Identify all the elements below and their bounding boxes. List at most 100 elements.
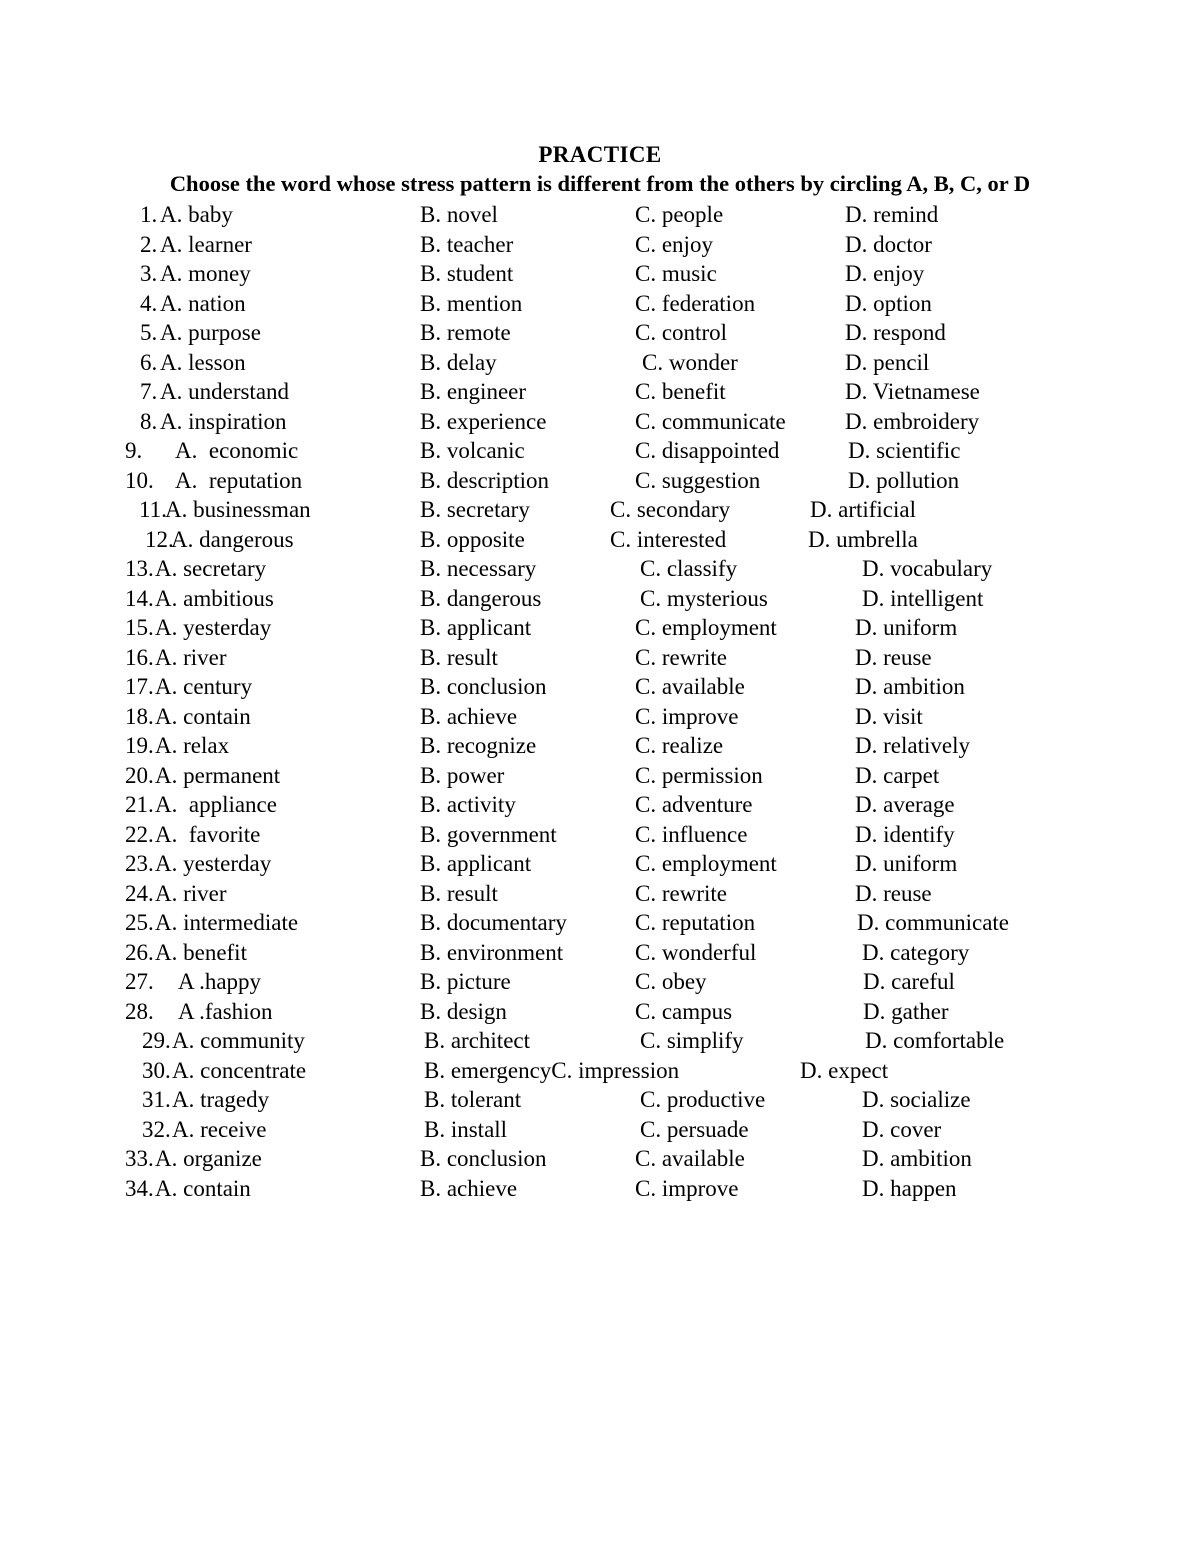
option-c[interactable]: C. simplify — [640, 1026, 744, 1056]
option-c[interactable]: C. realize — [635, 731, 723, 761]
option-a[interactable]: A. favorite — [155, 820, 260, 850]
option-c[interactable]: C. secondary — [610, 495, 730, 525]
option-b[interactable]: B. dangerous — [420, 584, 541, 614]
option-b[interactable]: B. environment — [420, 938, 563, 968]
option-d[interactable]: D. vocabulary — [862, 554, 992, 584]
option-d[interactable]: D. happen — [862, 1174, 957, 1204]
option-a[interactable]: A. ambitious — [155, 584, 274, 614]
option-c[interactable]: C. interested — [610, 525, 726, 555]
option-c[interactable]: C. suggestion — [635, 466, 760, 496]
option-a[interactable]: A. relax — [155, 731, 229, 761]
option-a[interactable]: A. concentrate — [172, 1056, 306, 1086]
option-d[interactable]: D. uniform — [855, 849, 957, 879]
option-c[interactable]: C. adventure — [635, 790, 753, 820]
option-c[interactable]: C. control — [635, 318, 727, 348]
option-d[interactable]: D. reuse — [855, 643, 932, 673]
option-c[interactable]: C. music — [635, 259, 717, 289]
option-b[interactable]: B. documentary — [420, 908, 567, 938]
option-a[interactable]: A. contain — [155, 702, 251, 732]
option-b[interactable]: B. experience — [420, 407, 546, 437]
option-d[interactable]: D. option — [845, 289, 932, 319]
option-b[interactable]: B. necessary — [420, 554, 536, 584]
option-a[interactable]: A. nation — [160, 289, 246, 319]
option-b[interactable]: B. secretary — [420, 495, 530, 525]
option-d[interactable]: D. pencil — [845, 348, 929, 378]
option-d[interactable]: D. uniform — [855, 613, 957, 643]
option-a[interactable]: A. river — [155, 643, 227, 673]
option-c[interactable]: C. people — [635, 200, 723, 230]
option-d[interactable]: D. embroidery — [845, 407, 979, 437]
option-d[interactable]: D. Vietnamese — [845, 377, 980, 407]
option-d[interactable]: D. intelligent — [862, 584, 983, 614]
option-b[interactable]: B. activity — [420, 790, 516, 820]
option-b[interactable]: B. recognize — [420, 731, 536, 761]
option-b[interactable]: B. conclusion — [420, 672, 547, 702]
option-d[interactable]: D. ambition — [855, 672, 965, 702]
option-c[interactable]: C. mysterious — [640, 584, 768, 614]
option-a[interactable]: A. baby — [160, 200, 233, 230]
option-b[interactable]: B. achieve — [420, 702, 517, 732]
option-c[interactable]: C. obey — [635, 967, 707, 997]
option-c[interactable]: C. reputation — [635, 908, 755, 938]
option-c[interactable]: C. rewrite — [635, 643, 727, 673]
option-b[interactable]: B. design — [420, 997, 507, 1027]
option-c[interactable]: C. improve — [635, 702, 739, 732]
option-c[interactable]: C. classify — [640, 554, 737, 584]
option-a[interactable]: A. intermediate — [155, 908, 298, 938]
option-b[interactable]: B. volcanic — [420, 436, 525, 466]
option-b[interactable]: B. opposite — [420, 525, 525, 555]
option-d[interactable]: D. enjoy — [845, 259, 924, 289]
option-c[interactable]: C. benefit — [635, 377, 726, 407]
option-b[interactable]: B. description — [420, 466, 549, 496]
option-a[interactable]: A .happy — [178, 967, 261, 997]
option-c[interactable]: C. influence — [635, 820, 747, 850]
option-d[interactable]: D. respond — [845, 318, 946, 348]
option-a[interactable]: A. money — [160, 259, 251, 289]
option-d[interactable]: D. comfortable — [865, 1026, 1004, 1056]
option-b[interactable]: B. delay — [420, 348, 497, 378]
option-a[interactable]: A. economic — [175, 436, 298, 466]
option-c[interactable]: C. available — [635, 672, 745, 702]
option-b[interactable]: B. achieve — [420, 1174, 517, 1204]
option-a[interactable]: A. receive — [172, 1115, 267, 1145]
option-d[interactable]: D. artificial — [810, 495, 916, 525]
option-b[interactable]: B. power — [420, 761, 504, 791]
option-d[interactable]: D. doctor — [845, 230, 932, 260]
option-d[interactable]: D. visit — [855, 702, 923, 732]
option-c[interactable]: C. communicate — [635, 407, 786, 437]
option-c[interactable]: C. campus — [635, 997, 732, 1027]
option-b[interactable]: B. remote — [420, 318, 511, 348]
option-b[interactable]: B. mention — [420, 289, 522, 319]
option-c[interactable]: C. employment — [635, 849, 777, 879]
option-c[interactable]: C. permission — [635, 761, 763, 791]
option-c[interactable]: C. rewrite — [635, 879, 727, 909]
option-d[interactable]: D. category — [862, 938, 969, 968]
option-b[interactable]: B. result — [420, 879, 498, 909]
option-a[interactable]: A. businessman — [165, 495, 311, 525]
option-a[interactable]: A. dangerous — [171, 525, 294, 555]
option-c[interactable]: C. wonderful — [635, 938, 756, 968]
option-b[interactable]: B. architect — [424, 1026, 530, 1056]
option-b[interactable]: B. novel — [420, 200, 498, 230]
option-a[interactable]: A. permanent — [155, 761, 280, 791]
option-b[interactable]: B. engineer — [420, 377, 526, 407]
option-d[interactable]: D. cover — [862, 1115, 941, 1145]
option-d[interactable]: D. identify — [855, 820, 955, 850]
option-d[interactable]: D. expect — [800, 1056, 888, 1086]
option-a[interactable]: A. understand — [160, 377, 289, 407]
option-b[interactable]: B. result — [420, 643, 498, 673]
option-c[interactable]: C. disappointed — [635, 436, 779, 466]
option-b[interactable]: B. applicant — [420, 849, 531, 879]
option-a[interactable]: A. yesterday — [155, 849, 271, 879]
option-d[interactable]: D. careful — [863, 967, 955, 997]
option-a[interactable]: A. inspiration — [160, 407, 287, 437]
option-a[interactable]: A. yesterday — [155, 613, 271, 643]
option-c[interactable]: C. productive — [640, 1085, 765, 1115]
option-a[interactable]: A. appliance — [155, 790, 277, 820]
option-d[interactable]: D. communicate — [857, 908, 1009, 938]
option-a[interactable]: A .fashion — [178, 997, 273, 1027]
option-c[interactable]: C. enjoy — [635, 230, 713, 260]
option-d[interactable]: D. gather — [863, 997, 949, 1027]
option-a[interactable]: A. tragedy — [172, 1085, 269, 1115]
option-b[interactable]: B. tolerant — [424, 1085, 521, 1115]
